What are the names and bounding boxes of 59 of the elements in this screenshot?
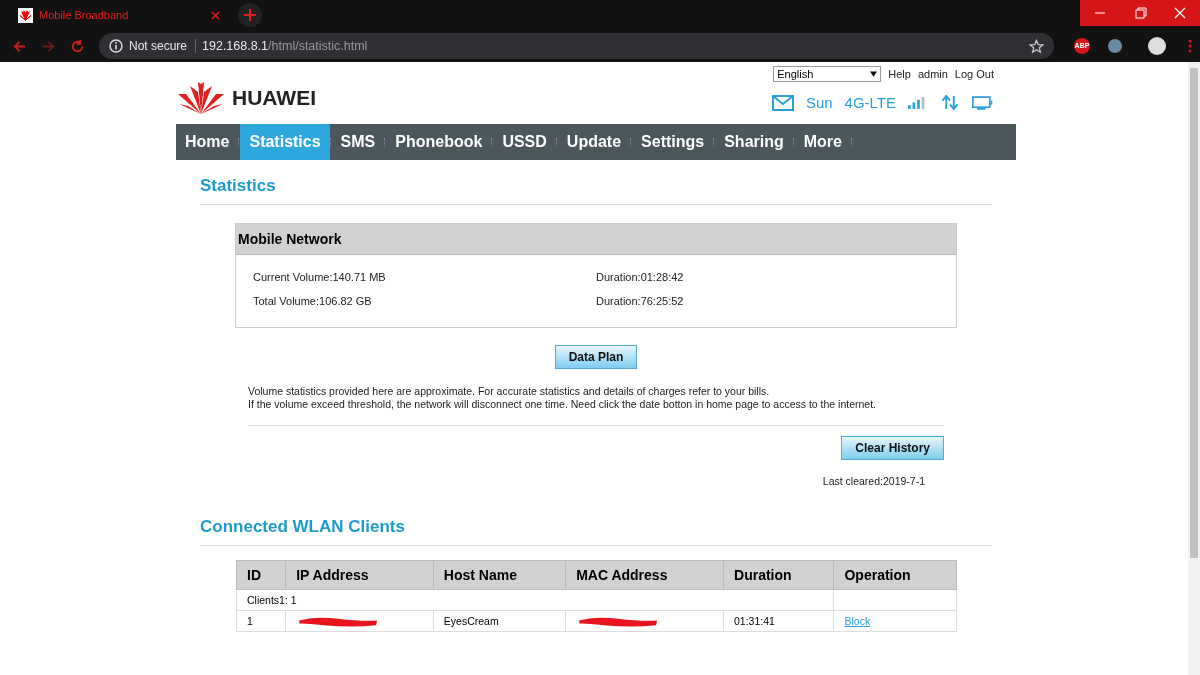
clear-history-button[interactable]: Clear History [841, 436, 944, 460]
column-header: MAC Address [565, 560, 724, 590]
column-header: Operation [833, 560, 957, 590]
column-header: IP Address [285, 560, 434, 590]
nav-tab[interactable]: USSD [493, 124, 556, 160]
language-select[interactable]: English [773, 66, 882, 82]
flower-logo-icon [18, 7, 33, 23]
table-cell: EyesCream [443, 615, 499, 627]
browser-tab[interactable]: Mobile Broadband [0, 0, 230, 30]
close-icon[interactable] [211, 10, 220, 20]
nav-tab[interactable]: Phonebook [386, 124, 492, 160]
flower-logo-icon [176, 80, 226, 116]
envelope-icon[interactable] [771, 94, 794, 111]
nav-tab[interactable]: Sharing [715, 124, 793, 160]
nav-tab[interactable]: More [794, 124, 851, 160]
table-cell: Clients1: 1 [236, 589, 834, 611]
close-icon[interactable] [1160, 0, 1200, 26]
data-plan-button[interactable]: Data Plan [554, 345, 638, 369]
column-header: Duration [723, 560, 834, 590]
nav-tab[interactable]: Settings [632, 124, 714, 160]
scrollbar-thumb[interactable] [1190, 68, 1198, 558]
network-type: 4G-LTE [844, 94, 896, 111]
url-text: 192.168.8.1/html/statistic.html [202, 39, 369, 53]
operator-name: Sun [805, 94, 833, 111]
volume-text: Current Volume:140.71 MB [253, 271, 387, 283]
column-header: Host Name [433, 560, 566, 590]
note-text: If the volume exceed threshold, the network will disconnect one time. Need click the date botton in home page to access to the internet. [248, 398, 878, 411]
brand-name: HUAWEI [232, 86, 316, 110]
monitor-icon [972, 94, 994, 111]
extension-icon[interactable] [1108, 39, 1122, 53]
volume-text: Total Volume:106.82 GB [253, 295, 373, 307]
table-cell: 1 [247, 615, 253, 627]
last-cleared-text: Last cleared:2019-7-1 [822, 475, 925, 487]
nav-tab[interactable]: Update [557, 124, 631, 160]
avatar-icon[interactable] [1148, 37, 1166, 55]
header-link[interactable]: Help [888, 68, 911, 80]
scrollbar[interactable] [1188, 62, 1200, 675]
header-link[interactable]: Log Out [954, 68, 994, 80]
section-title: Connected WLAN Clients [200, 517, 992, 546]
panel-title: Mobile Network [236, 224, 956, 255]
back-arrow-icon[interactable] [12, 38, 27, 54]
section-title: Statistics [200, 176, 992, 205]
table-cell: 01:31:41 [734, 615, 775, 627]
duration-text: Duration:01:28:42 [596, 271, 685, 283]
caret-icon [870, 71, 878, 77]
address-bar[interactable]: Not secure 192.168.8.1/html/statistic.html [99, 33, 1054, 59]
security-label: Not secure [129, 39, 197, 53]
header-link[interactable]: admin [917, 68, 948, 80]
info-icon [109, 39, 123, 53]
menu-icon[interactable] [1188, 38, 1192, 54]
column-header: ID [236, 560, 286, 590]
up-down-arrows-icon [940, 95, 960, 110]
note-text: Volume statistics provided here are approximate. For accurate statistics and details of charges refer to your bills. [248, 385, 771, 398]
nav-tab[interactable]: Home [176, 124, 239, 160]
nav-tab[interactable]: SMS [331, 124, 385, 160]
new-tab-icon[interactable] [238, 3, 262, 27]
reload-icon[interactable] [70, 38, 85, 54]
star-icon[interactable] [1029, 38, 1044, 54]
duration-text: Duration:76:25:52 [596, 295, 685, 307]
